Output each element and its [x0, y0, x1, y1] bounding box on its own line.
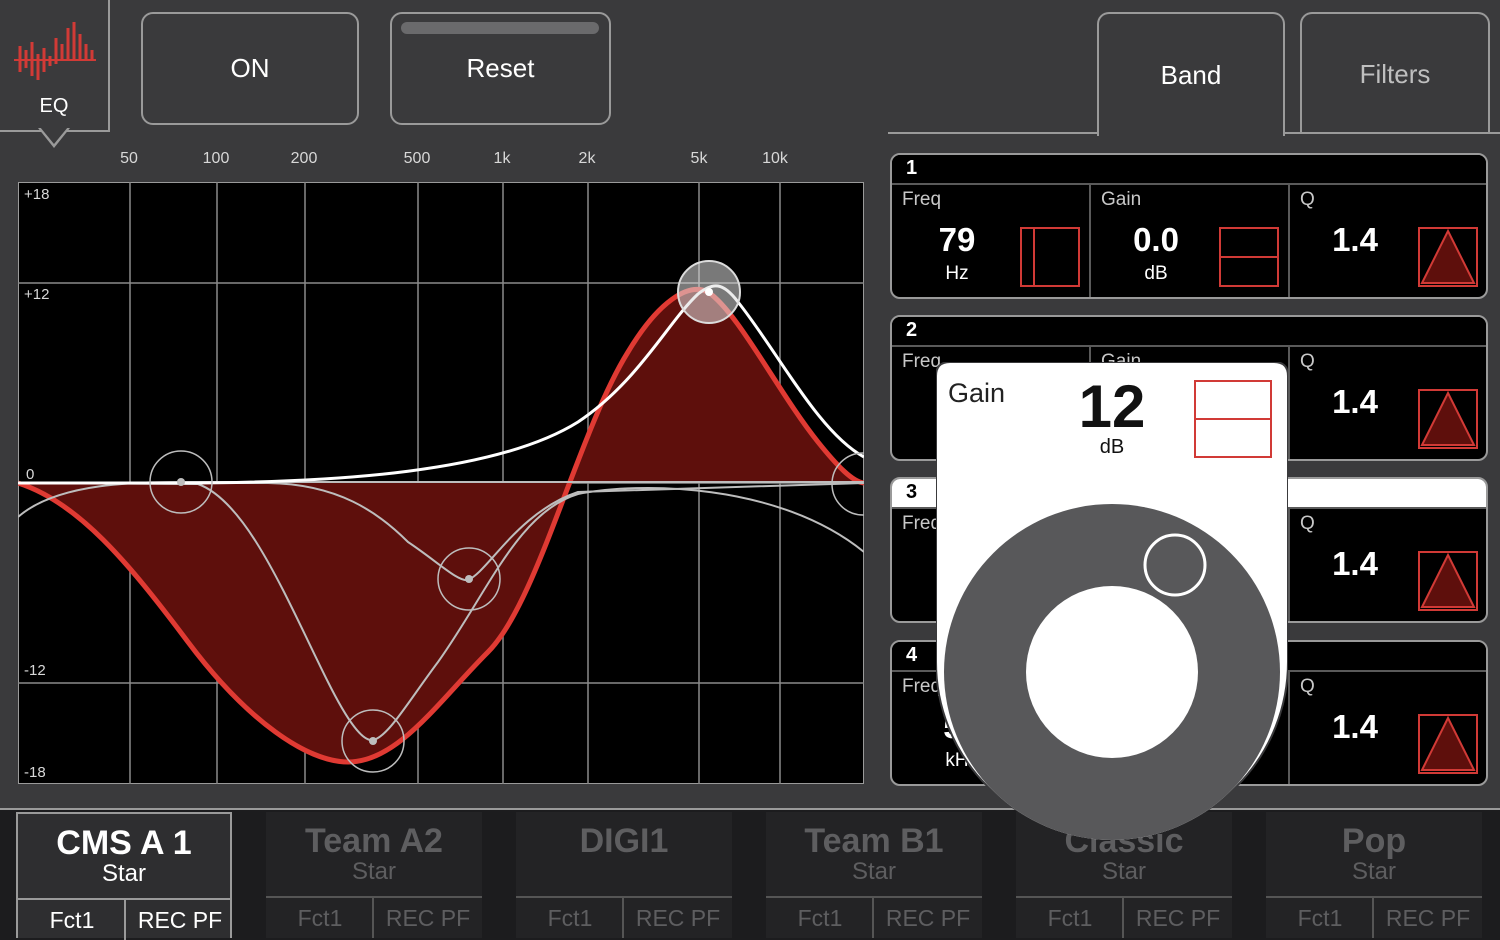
- gain-popup[interactable]: Gain 12 dB: [936, 362, 1288, 845]
- q-control-icon: [1418, 551, 1478, 611]
- preset-subtitle: Star: [1101, 858, 1146, 885]
- preset-rec-button[interactable]: REC PF: [126, 900, 234, 940]
- preset-subtitle: Star: [851, 858, 896, 885]
- preset-slot-1[interactable]: CMS A 1 Star Fct1 REC PF: [16, 812, 234, 940]
- freq-tick-label: 500: [403, 150, 431, 167]
- eq-waveform-icon: [14, 22, 96, 80]
- gain-label: Gain: [1101, 189, 1142, 210]
- band-q-cell[interactable]: Q 1.4: [1290, 509, 1486, 621]
- band-q-cell[interactable]: Q 1.4: [1290, 347, 1486, 459]
- q-control-icon: [1418, 714, 1478, 774]
- freq-tick-label: 200: [290, 150, 318, 167]
- preset-fct-button[interactable]: Fct1: [1016, 898, 1124, 938]
- band-panel-1[interactable]: 1 Freq 79 Hz Gain 0.0 dB Q 1.4: [890, 153, 1488, 299]
- gain-popup-value: 12: [1078, 373, 1146, 440]
- gain-control-icon: [1219, 227, 1279, 287]
- freq-label: Freq: [902, 189, 942, 210]
- band-header: 2: [892, 317, 1486, 347]
- preset-subtitle: Star: [101, 860, 146, 887]
- reset-hold-bar: [401, 22, 599, 34]
- band-q-cell[interactable]: Q 1.4: [1290, 672, 1486, 784]
- freq-tick-label: 50: [120, 150, 138, 167]
- q-label: Q: [1300, 351, 1315, 372]
- preset-name: Pop: [1341, 822, 1407, 860]
- band-q-cell[interactable]: Q 1.4: [1290, 185, 1486, 297]
- gain-tick-label: -12: [24, 662, 46, 679]
- preset-slot-6[interactable]: Pop Star Fct1 REC PF: [1266, 812, 1482, 938]
- preset-rec-button[interactable]: REC PF: [1124, 898, 1232, 938]
- freq-value: 79: [938, 221, 976, 258]
- preset-fct-button[interactable]: Fct1: [766, 898, 874, 938]
- q-value: 1.4: [1332, 708, 1378, 745]
- eq-tab[interactable]: EQ: [0, 0, 110, 148]
- gain-popup-label: Gain: [948, 378, 1006, 408]
- gain-mode-icon: [1194, 380, 1272, 458]
- q-value: 1.4: [1332, 221, 1378, 258]
- band-freq-cell[interactable]: Freq 79 Hz: [892, 185, 1091, 297]
- eq-graph-canvas: [17, 181, 895, 785]
- q-control-icon: [1418, 389, 1478, 449]
- q-control-icon: [1418, 227, 1478, 287]
- preset-name: CMS A 1: [56, 824, 192, 862]
- band-number: 2: [906, 319, 918, 341]
- preset-rec-button[interactable]: REC PF: [874, 898, 982, 938]
- eq-tab-label: EQ: [39, 95, 69, 117]
- freq-tick-label: 2k: [578, 150, 596, 167]
- gain-rotary-knob[interactable]: [944, 504, 1280, 840]
- preset-name: DIGI1: [579, 822, 669, 860]
- q-value: 1.4: [1332, 383, 1378, 420]
- freq-control-icon: [1020, 227, 1080, 287]
- gain-tick-label: +12: [24, 286, 50, 303]
- gain-tick-label: 0: [26, 466, 35, 483]
- q-label: Q: [1300, 676, 1315, 697]
- freq-tick-label: 100: [202, 150, 230, 167]
- eq-graph[interactable]: +18 +12 0 -12 -18: [17, 181, 895, 785]
- gain-tick-label: +18: [24, 186, 50, 203]
- freq-unit: Hz: [945, 263, 969, 284]
- freq-tick-label: 1k: [493, 150, 511, 167]
- gain-unit: dB: [1144, 263, 1168, 284]
- freq-tick-label: 10k: [762, 150, 788, 167]
- gain-tick-label: -18: [24, 764, 46, 781]
- preset-fct-button[interactable]: Fct1: [1266, 898, 1374, 938]
- band-number: 3: [906, 481, 918, 503]
- preset-name: Team A2: [305, 822, 443, 860]
- band-gain-cell[interactable]: Gain 0.0 dB: [1091, 185, 1290, 297]
- preset-subtitle: Star: [1351, 858, 1396, 885]
- q-label: Q: [1300, 189, 1315, 210]
- gain-popup-unit: dB: [1099, 436, 1125, 458]
- on-button[interactable]: ON: [141, 12, 359, 125]
- preset-slot-3[interactable]: DIGI1 Fct1 REC PF: [516, 812, 732, 938]
- freq-tick-label: 5k: [690, 150, 708, 167]
- preset-rec-button[interactable]: REC PF: [1374, 898, 1482, 938]
- preset-fct-button[interactable]: Fct1: [18, 900, 126, 940]
- preset-rec-button[interactable]: REC PF: [624, 898, 732, 938]
- preset-subtitle: Star: [351, 858, 396, 885]
- q-label: Q: [1300, 513, 1315, 534]
- band-number: 4: [906, 644, 918, 666]
- tab-filters[interactable]: Filters: [1300, 12, 1490, 134]
- preset-rec-button[interactable]: REC PF: [374, 898, 482, 938]
- q-value: 1.4: [1332, 545, 1378, 582]
- band-header: 1: [892, 155, 1486, 185]
- band-number: 1: [906, 157, 918, 179]
- gain-value: 0.0: [1133, 221, 1179, 258]
- preset-fct-button[interactable]: Fct1: [266, 898, 374, 938]
- preset-fct-button[interactable]: Fct1: [516, 898, 624, 938]
- preset-slot-2[interactable]: Team A2 Star Fct1 REC PF: [266, 812, 482, 938]
- tab-band[interactable]: Band: [1097, 12, 1285, 136]
